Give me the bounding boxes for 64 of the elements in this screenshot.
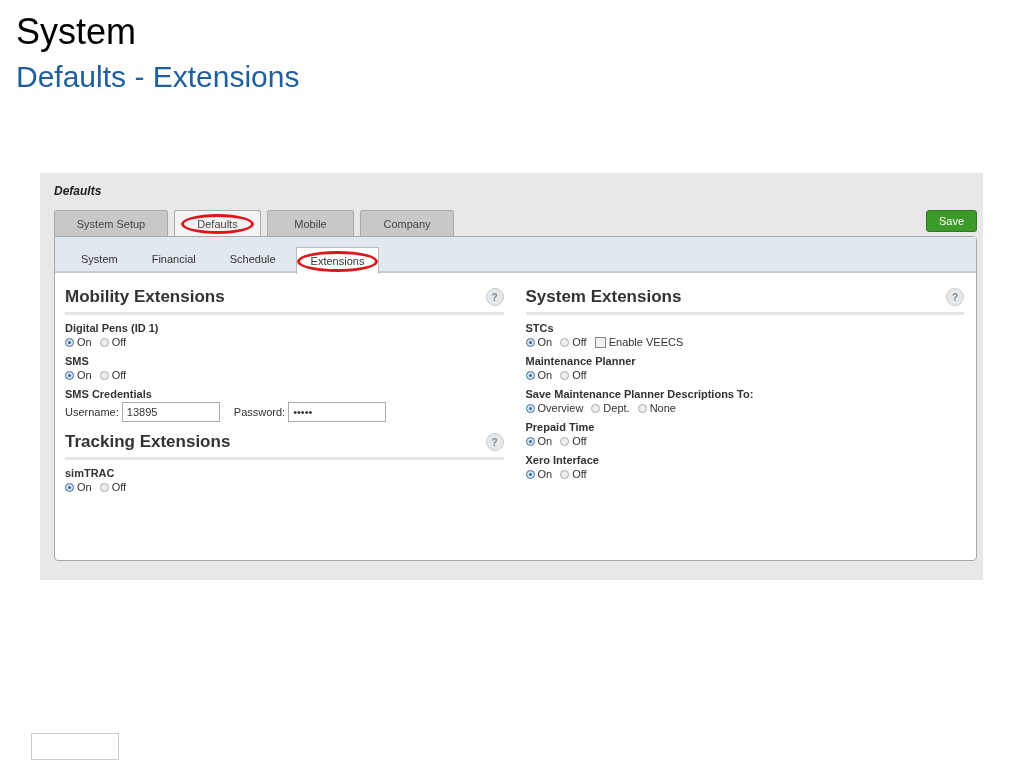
option-label: On (537, 336, 553, 348)
tab[interactable]: Company (360, 210, 454, 236)
setting-label: Digital Pens (ID 1) (65, 322, 160, 334)
slide-subtitle: Defaults - Extensions (16, 60, 300, 93)
option-label: On (77, 336, 92, 348)
setting-label: SMS Credentials (65, 388, 153, 400)
save-button[interactable]: Save (925, 210, 977, 232)
tab[interactable]: System Setup (54, 210, 168, 236)
tab[interactable]: Mobile (267, 210, 354, 236)
radio-button[interactable] (637, 403, 647, 413)
radio-button[interactable] (99, 337, 109, 347)
input-field[interactable]: 13895 (121, 402, 220, 422)
option-label: Off (111, 336, 127, 348)
radio-button[interactable] (99, 482, 109, 492)
section-heading: Mobility Extensions (65, 287, 225, 307)
radio-button[interactable] (65, 337, 74, 347)
option-label: Overview (537, 402, 584, 414)
radio-button[interactable] (560, 337, 570, 347)
subtab[interactable]: System (67, 247, 132, 271)
tab[interactable]: Defaults (174, 210, 261, 236)
subtab[interactable]: Extensions (295, 247, 380, 274)
field-label: Username: (65, 406, 119, 418)
subtab[interactable]: Financial (137, 247, 210, 271)
option-label: Off (572, 468, 587, 480)
option-label: On (77, 369, 92, 381)
radio-button[interactable] (65, 482, 74, 492)
section-heading: Tracking Extensions (65, 432, 231, 452)
radio-button[interactable] (525, 469, 535, 479)
checkbox[interactable] (594, 336, 606, 348)
radio-button[interactable] (560, 436, 570, 446)
setting-label: SMS (65, 355, 90, 367)
setting-label: STCs (525, 322, 555, 334)
slide-title: System (16, 12, 137, 52)
field-label: Password: (233, 406, 286, 418)
option-label: Off (111, 369, 127, 381)
option-label: None (649, 402, 676, 414)
option-label: Dept. (603, 402, 630, 414)
option-label: On (537, 435, 553, 447)
radio-button[interactable] (591, 403, 601, 413)
checkbox-label: Enable VEECS (608, 336, 684, 348)
radio-button[interactable] (525, 403, 535, 413)
option-label: Off (572, 435, 587, 447)
setting-label: simTRAC (65, 467, 116, 479)
radio-button[interactable] (99, 370, 109, 380)
subtab[interactable]: Schedule (215, 247, 290, 271)
setting-label: Save Maintenance Planner Descriptions To: (525, 388, 755, 400)
option-label: Off (111, 481, 127, 493)
section-heading: System Extensions (525, 287, 682, 307)
radio-button[interactable] (525, 337, 535, 347)
radio-button[interactable] (525, 370, 535, 380)
radio-button[interactable] (560, 370, 570, 380)
option-label: Off (572, 336, 587, 348)
input-field[interactable]: ••••• (288, 402, 387, 422)
setting-label: Xero Interface (525, 454, 600, 466)
option-label: On (537, 369, 553, 381)
option-label: On (77, 481, 92, 493)
radio-button[interactable] (525, 436, 535, 446)
radio-button[interactable] (65, 370, 74, 380)
option-label: Off (572, 369, 587, 381)
setting-label: Maintenance Planner (525, 355, 637, 367)
panel-title: Defaults (54, 184, 103, 198)
setting-label: Prepaid Time (525, 421, 596, 433)
option-label: On (537, 468, 553, 480)
radio-button[interactable] (560, 469, 570, 479)
